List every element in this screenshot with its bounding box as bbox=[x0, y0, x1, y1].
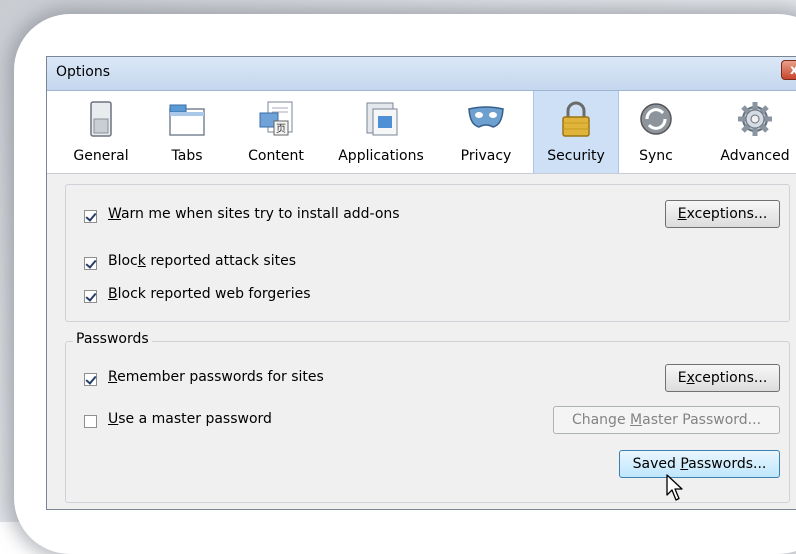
tab-privacy[interactable]: Privacy bbox=[449, 91, 523, 173]
addons-exceptions-button[interactable]: Exceptions... bbox=[665, 200, 780, 228]
tab-label: General bbox=[73, 148, 129, 164]
title-bar[interactable]: Options x bbox=[47, 57, 796, 91]
switch-icon bbox=[90, 101, 112, 137]
block-forgeries-label[interactable]: Block reported web forgeries bbox=[108, 286, 311, 302]
tab-label: Applications bbox=[338, 148, 424, 164]
warn-addons-checkbox[interactable] bbox=[84, 210, 97, 223]
passwords-legend: Passwords bbox=[73, 331, 152, 347]
remember-passwords-label[interactable]: Remember passwords for sites bbox=[108, 369, 324, 385]
tab-content[interactable]: 页 Content bbox=[237, 91, 315, 173]
block-forgeries-checkbox[interactable] bbox=[84, 290, 97, 303]
window-title: Options bbox=[56, 64, 111, 80]
tab-tabs[interactable]: Tabs bbox=[151, 91, 223, 173]
tab-security[interactable]: Security bbox=[533, 91, 619, 173]
remember-passwords-checkbox[interactable] bbox=[84, 373, 97, 386]
tab-advanced[interactable]: Advanced bbox=[703, 91, 796, 173]
master-password-label[interactable]: Use a master password bbox=[108, 411, 272, 427]
tab-sync[interactable]: Sync bbox=[625, 91, 687, 173]
block-attack-label[interactable]: Block reported attack sites bbox=[108, 253, 296, 269]
close-icon: x bbox=[790, 63, 796, 78]
change-master-password-button[interactable]: Change Master Password... bbox=[553, 406, 780, 434]
content-page-icon: 页 bbox=[259, 101, 293, 136]
options-tabs: General Tabs 页 Content Applications Priv… bbox=[47, 91, 796, 174]
tab-label: Privacy bbox=[460, 148, 512, 164]
tabs-window-icon bbox=[169, 104, 205, 136]
tab-label: Sync bbox=[639, 148, 673, 164]
passwords-exceptions-button[interactable]: Exceptions... bbox=[665, 364, 780, 392]
tab-label: Tabs bbox=[171, 148, 203, 164]
mouse-pointer-icon bbox=[666, 474, 683, 501]
close-button[interactable]: x bbox=[781, 60, 796, 80]
padlock-icon bbox=[562, 101, 590, 137]
gear-icon bbox=[738, 102, 772, 136]
block-attack-checkbox[interactable] bbox=[84, 257, 97, 270]
tab-label: Advanced bbox=[720, 148, 790, 164]
warn-addons-label[interactable]: Warn me when sites try to install add-on… bbox=[108, 206, 400, 222]
applications-icon bbox=[366, 102, 398, 136]
mask-icon bbox=[468, 106, 504, 128]
security-general-group: Warn me when sites try to install add-on… bbox=[65, 184, 790, 322]
tab-applications[interactable]: Applications bbox=[329, 91, 433, 173]
saved-passwords-button[interactable]: Saved Passwords... bbox=[619, 450, 780, 478]
tab-label: Security bbox=[547, 148, 605, 164]
tab-label: Content bbox=[248, 148, 304, 164]
tab-general[interactable]: General bbox=[65, 91, 137, 173]
options-dialog: Options x General Tabs bbox=[46, 56, 796, 510]
svg-text:页: 页 bbox=[276, 123, 286, 135]
master-password-checkbox[interactable] bbox=[84, 415, 97, 428]
sync-icon bbox=[640, 103, 672, 135]
